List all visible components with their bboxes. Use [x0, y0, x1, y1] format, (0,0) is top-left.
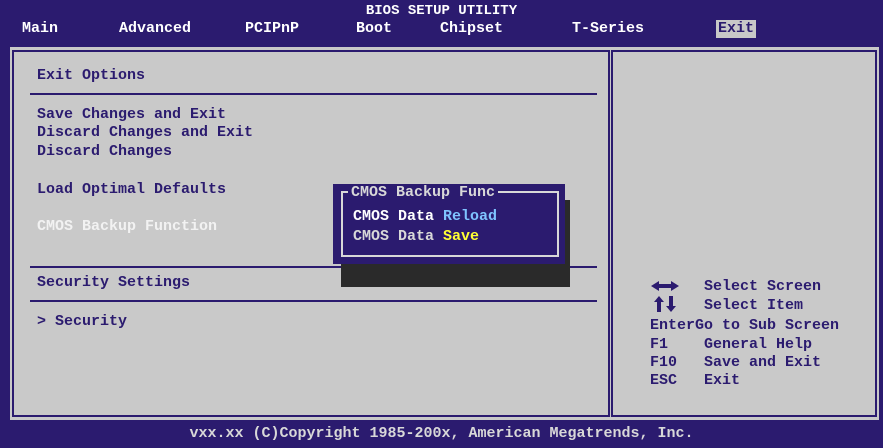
help-exit: Exit: [704, 372, 741, 389]
menu-item-discard-changes[interactable]: Discard Changes: [37, 143, 172, 161]
popup-title: CMOS Backup Func: [348, 184, 499, 202]
help-key-esc: ESC: [650, 372, 678, 389]
section-divider: [30, 300, 597, 302]
menu-item-cmos-backup-function[interactable]: CMOS Backup Function: [37, 218, 217, 236]
bios-title: BIOS SETUP UTILITY: [365, 3, 518, 19]
menu-main[interactable]: Main: [22, 20, 58, 38]
popup-option-keyword: Save: [443, 228, 480, 245]
help-key-enter: Enter: [650, 317, 696, 334]
up-down-arrows-icon: [652, 295, 680, 313]
popup-option-save[interactable]: CMOS Data Save: [353, 228, 479, 246]
menu-item-security[interactable]: > Security: [37, 313, 127, 331]
menu-pcipnp[interactable]: PCIPnP: [245, 20, 299, 38]
popup-option-prefix: CMOS Data: [353, 228, 444, 245]
menu-boot[interactable]: Boot: [356, 20, 392, 38]
help-save-and-exit: Save and Exit: [704, 354, 822, 371]
menu-item-discard-changes-exit[interactable]: Discard Changes and Exit: [37, 124, 253, 142]
help-key-f1: F1: [650, 336, 669, 353]
menu-item-save-changes-exit[interactable]: Save Changes and Exit: [37, 106, 226, 124]
popup-option-keyword: Reload: [443, 208, 498, 225]
left-right-arrows-icon: [650, 279, 680, 293]
section-security-settings: Security Settings: [37, 274, 191, 291]
help-select-screen: Select Screen: [704, 278, 822, 295]
popup-option-reload[interactable]: CMOS Data Reload: [353, 208, 497, 226]
menu-tseries[interactable]: T-Series: [572, 20, 644, 38]
popup-option-prefix: CMOS Data: [353, 208, 444, 225]
help-go-to-sub-screen: Go to Sub Screen: [695, 317, 840, 334]
section-divider: [30, 93, 597, 95]
menu-advanced[interactable]: Advanced: [119, 20, 191, 38]
help-select-item: Select Item: [704, 297, 804, 314]
section-exit-options: Exit Options: [37, 67, 146, 84]
help-key-f10: F10: [650, 354, 678, 371]
copyright-footer: vxx.xx (C)Copyright 1985-200x, American …: [189, 425, 694, 442]
menu-chipset[interactable]: Chipset: [440, 20, 503, 38]
menu-exit[interactable]: Exit: [716, 20, 757, 38]
menu-item-load-optimal-defaults[interactable]: Load Optimal Defaults: [37, 181, 226, 199]
help-general-help: General Help: [704, 336, 813, 353]
